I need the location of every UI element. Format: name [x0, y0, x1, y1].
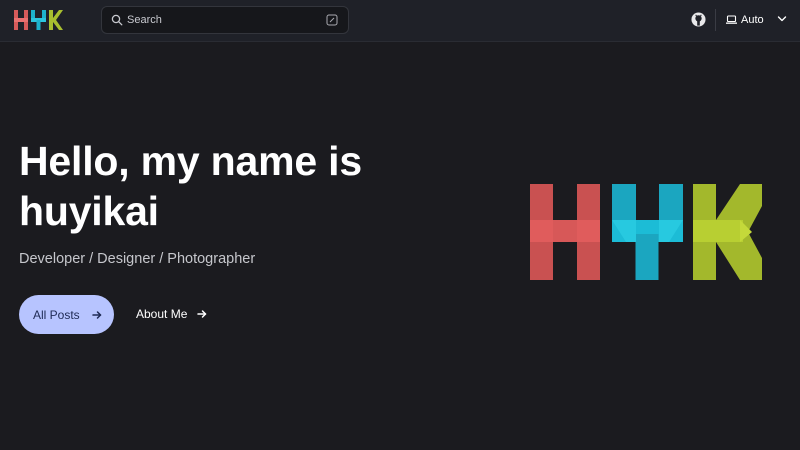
laptop-icon [726, 15, 737, 24]
navbar: Search Auto [0, 0, 800, 42]
search-box[interactable]: Search [101, 6, 349, 34]
all-posts-label: All Posts [33, 307, 80, 322]
hero-logo [530, 184, 762, 280]
all-posts-button[interactable]: All Posts [19, 295, 114, 334]
arrow-right-icon [197, 310, 207, 318]
chevron-down-icon[interactable] [777, 15, 787, 23]
about-me-button[interactable]: About Me [136, 305, 207, 323]
nav-divider [715, 9, 716, 31]
hero-headline: Hello, my name is huyikai [19, 138, 362, 234]
hero-tagline: Developer / Designer / Photographer [19, 251, 256, 267]
search-icon [111, 14, 123, 26]
github-icon[interactable] [691, 12, 706, 27]
theme-mode-switch[interactable]: Auto [726, 10, 764, 30]
search-placeholder: Search [127, 14, 162, 26]
theme-mode-label: Auto [741, 14, 764, 26]
arrow-right-icon [91, 310, 101, 319]
search-shortcut-icon [326, 14, 338, 26]
site-logo[interactable] [14, 10, 64, 30]
about-me-label: About Me [136, 307, 188, 321]
